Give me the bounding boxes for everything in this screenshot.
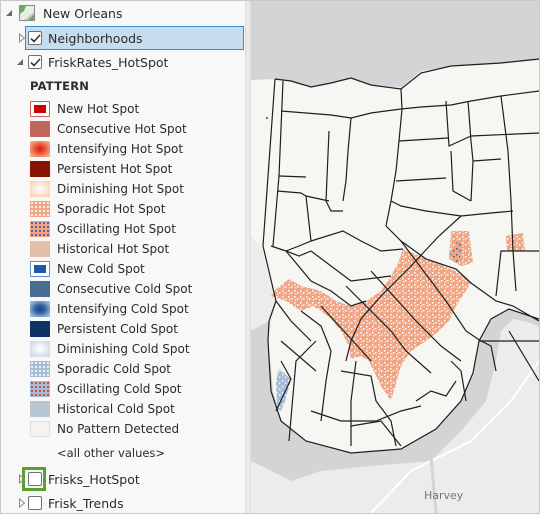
layer-neighborhoods[interactable]: Neighborhoods [17, 28, 143, 48]
legend-item[interactable]: Diminishing Cold Spot [30, 339, 190, 359]
map-canvas [251, 1, 539, 513]
legend-swatch-icon [30, 361, 50, 377]
legend-item[interactable]: Sporadic Hot Spot [30, 199, 165, 219]
expand-arrow-icon[interactable] [17, 33, 27, 43]
legend-swatch-icon [30, 321, 50, 337]
legend-item-label: Diminishing Hot Spot [57, 182, 184, 196]
legend-item[interactable]: Historical Hot Spot [30, 239, 169, 259]
legend-swatch-icon [30, 181, 50, 197]
legend-item-label: Historical Cold Spot [57, 402, 175, 416]
legend-item-label: Sporadic Hot Spot [57, 202, 166, 216]
legend-swatch-icon [30, 401, 50, 417]
layer-visibility-checkbox[interactable] [28, 55, 42, 69]
legend-swatch-icon [30, 121, 50, 137]
legend-item-label: Consecutive Cold Spot [57, 282, 193, 296]
map-view[interactable]: Harvey [251, 1, 539, 513]
legend-item-label: Oscillating Hot Spot [57, 222, 176, 236]
legend-item-label: Intensifying Cold Spot [57, 302, 189, 316]
legend-item[interactable]: Persistent Cold Spot [30, 319, 178, 339]
legend-swatch-icon [30, 161, 50, 177]
legend-swatch-icon [30, 301, 50, 317]
legend-swatch-icon [30, 341, 50, 357]
legend-swatch-icon [30, 381, 50, 397]
layer-frisk-trends[interactable]: Frisk_Trends [17, 493, 124, 513]
layer-visibility-checkbox[interactable] [28, 496, 42, 510]
collapse-arrow-icon[interactable] [4, 8, 14, 18]
contents-pane: New Orleans Neighborhoods FriskRates_Hot… [1, 1, 245, 513]
legend-swatch-icon [30, 201, 50, 217]
legend-item-label: Historical Hot Spot [57, 242, 170, 256]
all-other-values-label: <all other values> [57, 446, 166, 460]
legend-item-label: New Cold Spot [57, 262, 145, 276]
legend-swatch-icon [30, 421, 50, 437]
legend-item[interactable]: Consecutive Hot Spot [30, 119, 187, 139]
legend-swatch-icon [30, 281, 50, 297]
legend-item[interactable]: Persistent Hot Spot [30, 159, 172, 179]
legend-item[interactable]: Historical Cold Spot [30, 399, 175, 419]
legend-item-label: Intensifying Hot Spot [57, 142, 184, 156]
legend-item-label: No Pattern Detected [57, 422, 180, 436]
legend-item-label: Persistent Hot Spot [57, 162, 173, 176]
legend-item-label: Persistent Cold Spot [57, 322, 178, 336]
legend-item[interactable]: New Cold Spot [30, 259, 145, 279]
legend-item[interactable]: Diminishing Hot Spot [30, 179, 184, 199]
legend-item-label: Diminishing Cold Spot [57, 342, 190, 356]
layer-friskrates-hotspot[interactable]: FriskRates_HotSpot [15, 52, 168, 72]
map-node-label: New Orleans [43, 5, 123, 21]
legend-swatch-icon [30, 141, 50, 157]
expand-arrow-icon[interactable] [17, 474, 27, 484]
layer-frisks-hotspot[interactable]: Frisks_HotSpot [17, 469, 140, 489]
layer-label: FriskRates_HotSpot [48, 54, 169, 70]
legend-swatch-icon [30, 241, 50, 257]
legend-item[interactable]: Sporadic Cold Spot [30, 359, 171, 379]
legend-item[interactable]: Intensifying Hot Spot [30, 139, 183, 159]
hotspot-sporadic-region [506, 233, 525, 251]
legend-item-label: Consecutive Hot Spot [57, 122, 187, 136]
legend-item-label: Sporadic Cold Spot [57, 362, 171, 376]
layer-visibility-checkbox[interactable] [28, 31, 42, 45]
collapse-arrow-icon[interactable] [15, 57, 25, 67]
legend-swatch-icon [30, 261, 50, 277]
legend-item[interactable]: Intensifying Cold Spot [30, 299, 189, 319]
legend-item[interactable]: No Pattern Detected [30, 419, 179, 439]
legend-swatch-icon [30, 221, 50, 237]
map-icon [19, 5, 35, 21]
legend-item-label: Oscillating Cold Spot [57, 382, 182, 396]
layer-label: Neighborhoods [48, 30, 143, 46]
legend-item-label: New Hot Spot [57, 102, 140, 116]
map-node[interactable]: New Orleans [4, 3, 122, 23]
place-label: Harvey [424, 489, 464, 502]
expand-arrow-icon[interactable] [17, 498, 27, 508]
legend-heading: PATTERN [30, 79, 90, 93]
legend-item[interactable]: Consecutive Cold Spot [30, 279, 192, 299]
legend-item[interactable]: Oscillating Cold Spot [30, 379, 182, 399]
legend-swatch-icon [30, 101, 50, 117]
layer-visibility-checkbox[interactable] [28, 472, 42, 486]
legend-item[interactable]: New Hot Spot [30, 99, 139, 119]
legend-item[interactable]: Oscillating Hot Spot [30, 219, 176, 239]
layer-label: Frisks_HotSpot [48, 471, 140, 487]
layer-label: Frisk_Trends [48, 495, 124, 511]
